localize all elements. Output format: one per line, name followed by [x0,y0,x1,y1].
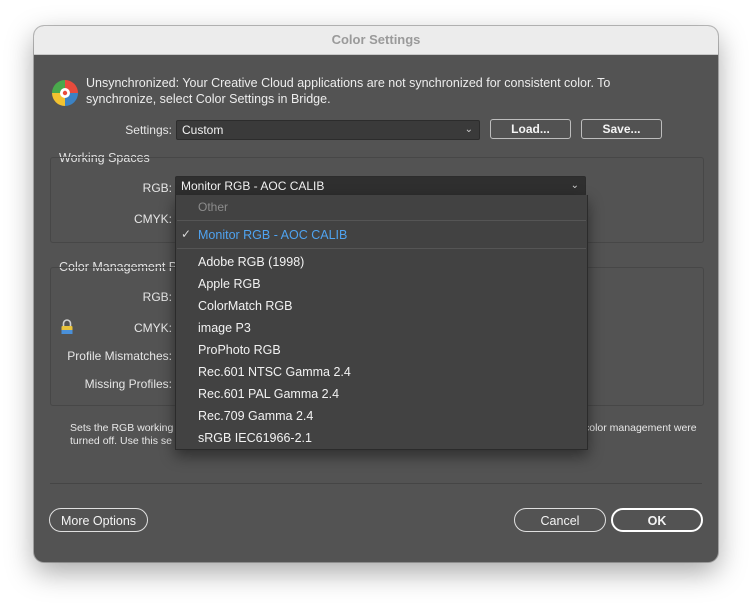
description-line2-left: turned off. Use this se [70,435,172,447]
working-rgb-label: RGB: [142,181,172,195]
lock-icon [61,319,73,334]
load-button[interactable]: Load... [490,119,571,139]
settings-value: Custom [182,123,224,137]
ok-button[interactable]: OK [611,508,703,532]
color-settings-dialog: Color Settings Unsynchronized: Your Crea… [34,26,718,562]
more-options-button[interactable]: More Options [49,508,148,532]
checkmark-icon: ✓ [181,227,192,241]
description-line1-right: color management were [584,422,697,434]
menu-item[interactable]: ColorMatch RGB [198,296,578,316]
menu-header-other: Other [198,200,229,214]
sync-status-message: Unsynchronized: Your Creative Cloud appl… [86,76,611,106]
settings-label: Settings: [125,123,172,137]
profile-mismatches-label: Profile Mismatches: [67,349,172,363]
chevron-down-icon: ⌄ [570,180,579,191]
menu-separator [177,248,586,249]
settings-dropdown[interactable]: Custom ⌄ [176,120,480,140]
menu-item[interactable]: sRGB IEC61966-2.1 [198,428,578,448]
menu-item[interactable]: Rec.709 Gamma 2.4 [198,406,578,426]
menu-item[interactable]: Rec.601 NTSC Gamma 2.4 [198,362,578,382]
menu-item[interactable]: ProPhoto RGB [198,340,578,360]
working-rgb-dropdown[interactable]: Monitor RGB - AOC CALIB ⌄ [175,176,586,196]
menu-item[interactable]: Rec.601 PAL Gamma 2.4 [198,384,578,404]
description-line1-left: Sets the RGB working [70,422,174,434]
chevron-down-icon: ⌄ [464,124,473,135]
save-button[interactable]: Save... [581,119,662,139]
menu-separator [177,220,586,221]
working-rgb-value: Monitor RGB - AOC CALIB [181,179,325,193]
footer-divider [50,483,702,484]
menu-item[interactable]: Adobe RGB (1998) [198,252,578,272]
color-wheel-icon [52,80,78,106]
policy-cmyk-label: CMYK: [133,321,172,335]
cancel-button[interactable]: Cancel [514,508,606,532]
missing-profiles-label: Missing Profiles: [84,377,172,391]
window-title: Color Settings [34,26,718,55]
menu-item-selected[interactable]: Monitor RGB - AOC CALIB [198,225,578,245]
policy-rgb-label: RGB: [142,290,172,304]
working-cmyk-label: CMYK: [133,212,172,226]
menu-item[interactable]: image P3 [198,318,578,338]
menu-item[interactable]: Apple RGB [198,274,578,294]
rgb-profile-menu: Other ✓ Monitor RGB - AOC CALIB Adobe RG… [175,195,588,450]
